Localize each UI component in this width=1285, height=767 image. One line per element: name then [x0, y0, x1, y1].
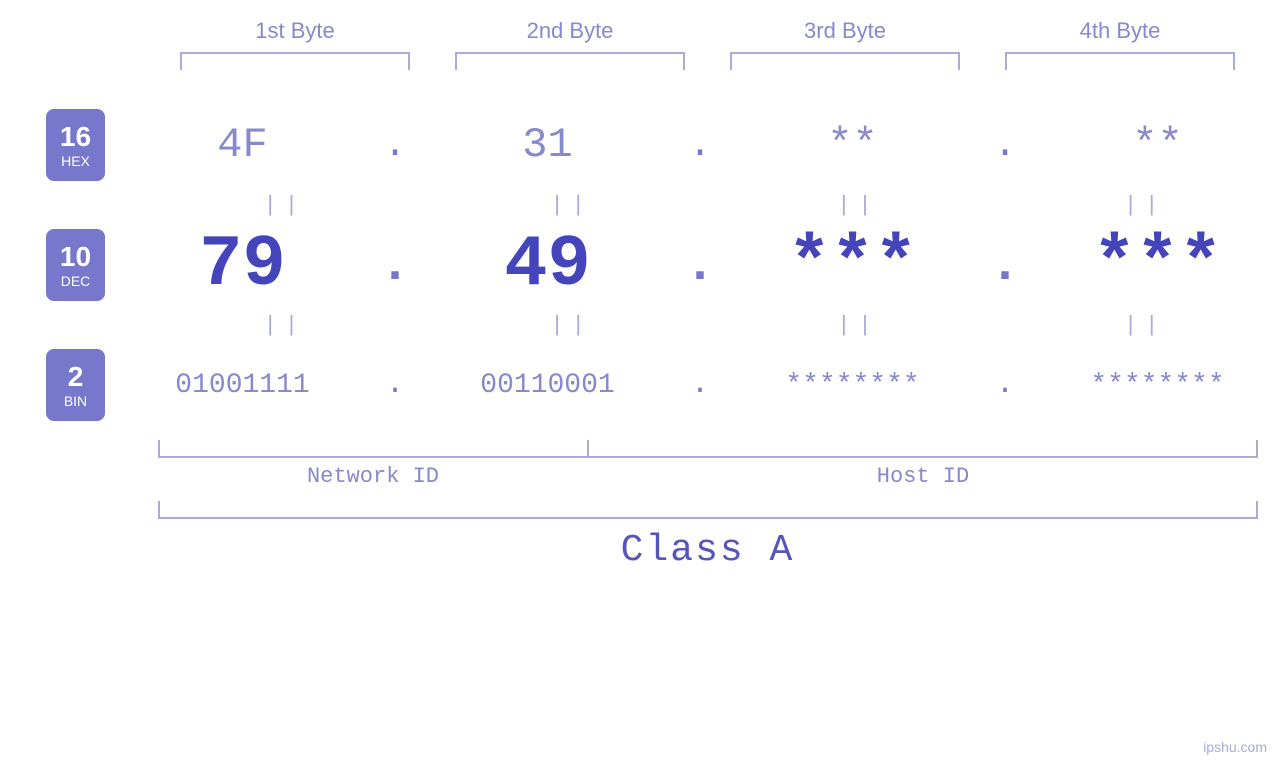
- host-id-label: Host ID: [589, 464, 1258, 489]
- top-brackets: [158, 52, 1258, 70]
- hex-byte3: **: [725, 121, 980, 169]
- dec-dot1: .: [370, 236, 420, 295]
- sep-hex-dec: || || || ||: [165, 190, 1265, 220]
- sep2: ||: [452, 193, 692, 218]
- byte-headers: 1st Byte 2nd Byte 3rd Byte 4th Byte: [158, 18, 1258, 44]
- bin-byte1: 01001111: [115, 370, 370, 401]
- dec-badge-num: 10: [60, 241, 91, 273]
- bin-dot2: .: [675, 368, 725, 402]
- bin-badge-num: 2: [68, 361, 84, 393]
- hex-values: 4F . 31 . ** . **: [115, 121, 1285, 169]
- bin-badge: 2 BIN: [46, 349, 105, 421]
- dec-byte4: ***: [1030, 224, 1285, 306]
- bin-byte3: ********: [725, 370, 980, 401]
- sep4: ||: [1025, 193, 1265, 218]
- dec-values: 79 . 49 . *** . ***: [115, 224, 1285, 306]
- bracket-byte4: [1005, 52, 1235, 70]
- sep8: ||: [1025, 313, 1265, 338]
- hex-byte2: 31: [420, 121, 675, 169]
- bin-values: 01001111 . 00110001 . ******** . *******…: [115, 368, 1285, 402]
- rows-wrapper: 16 HEX 4F . 31 . ** . ** || || || ||: [0, 100, 1285, 430]
- watermark: ipshu.com: [1203, 739, 1267, 755]
- bottom-section: Network ID Host ID Class A: [158, 440, 1258, 572]
- hex-badge: 16 HEX: [46, 109, 105, 181]
- bin-badge-name: BIN: [64, 393, 87, 409]
- bracket-byte3: [730, 52, 960, 70]
- sep-dec-bin: || || || ||: [165, 310, 1265, 340]
- hex-dot1: .: [370, 124, 420, 167]
- bin-dot1: .: [370, 368, 420, 402]
- class-bracket: [158, 501, 1258, 519]
- main-container: 1st Byte 2nd Byte 3rd Byte 4th Byte 16 H…: [0, 0, 1285, 767]
- network-bracket: [158, 440, 590, 458]
- bin-dot3: .: [980, 368, 1030, 402]
- sep5: ||: [165, 313, 405, 338]
- sep3: ||: [739, 193, 979, 218]
- hex-badge-name: HEX: [61, 153, 90, 169]
- hex-row: 16 HEX 4F . 31 . ** . **: [0, 100, 1285, 190]
- bracket-byte1: [180, 52, 410, 70]
- bin-byte2: 00110001: [420, 370, 675, 401]
- host-bracket: [587, 440, 1257, 458]
- bracket-byte2: [455, 52, 685, 70]
- network-id-label: Network ID: [158, 464, 589, 489]
- hex-byte1: 4F: [115, 121, 370, 169]
- dec-badge: 10 DEC: [46, 229, 105, 301]
- bin-byte4: ********: [1030, 370, 1285, 401]
- byte1-header: 1st Byte: [180, 18, 410, 44]
- hex-dot2: .: [675, 124, 725, 167]
- hex-byte4: **: [1030, 121, 1285, 169]
- bottom-brackets: [158, 440, 1258, 458]
- byte3-header: 3rd Byte: [730, 18, 960, 44]
- dec-row: 10 DEC 79 . 49 . *** . ***: [0, 220, 1285, 310]
- dec-byte2: 49: [420, 224, 675, 306]
- sep7: ||: [739, 313, 979, 338]
- sep1: ||: [165, 193, 405, 218]
- dec-byte3: ***: [725, 224, 980, 306]
- byte4-header: 4th Byte: [1005, 18, 1235, 44]
- class-label: Class A: [158, 529, 1258, 572]
- bottom-labels: Network ID Host ID: [158, 464, 1258, 489]
- dec-dot2: .: [675, 236, 725, 295]
- byte2-header: 2nd Byte: [455, 18, 685, 44]
- bin-row: 2 BIN 01001111 . 00110001 . ******** . *…: [0, 340, 1285, 430]
- dec-dot3: .: [980, 236, 1030, 295]
- hex-dot3: .: [980, 124, 1030, 167]
- hex-badge-num: 16: [60, 121, 91, 153]
- dec-byte1: 79: [115, 224, 370, 306]
- dec-badge-name: DEC: [61, 273, 91, 289]
- sep6: ||: [452, 313, 692, 338]
